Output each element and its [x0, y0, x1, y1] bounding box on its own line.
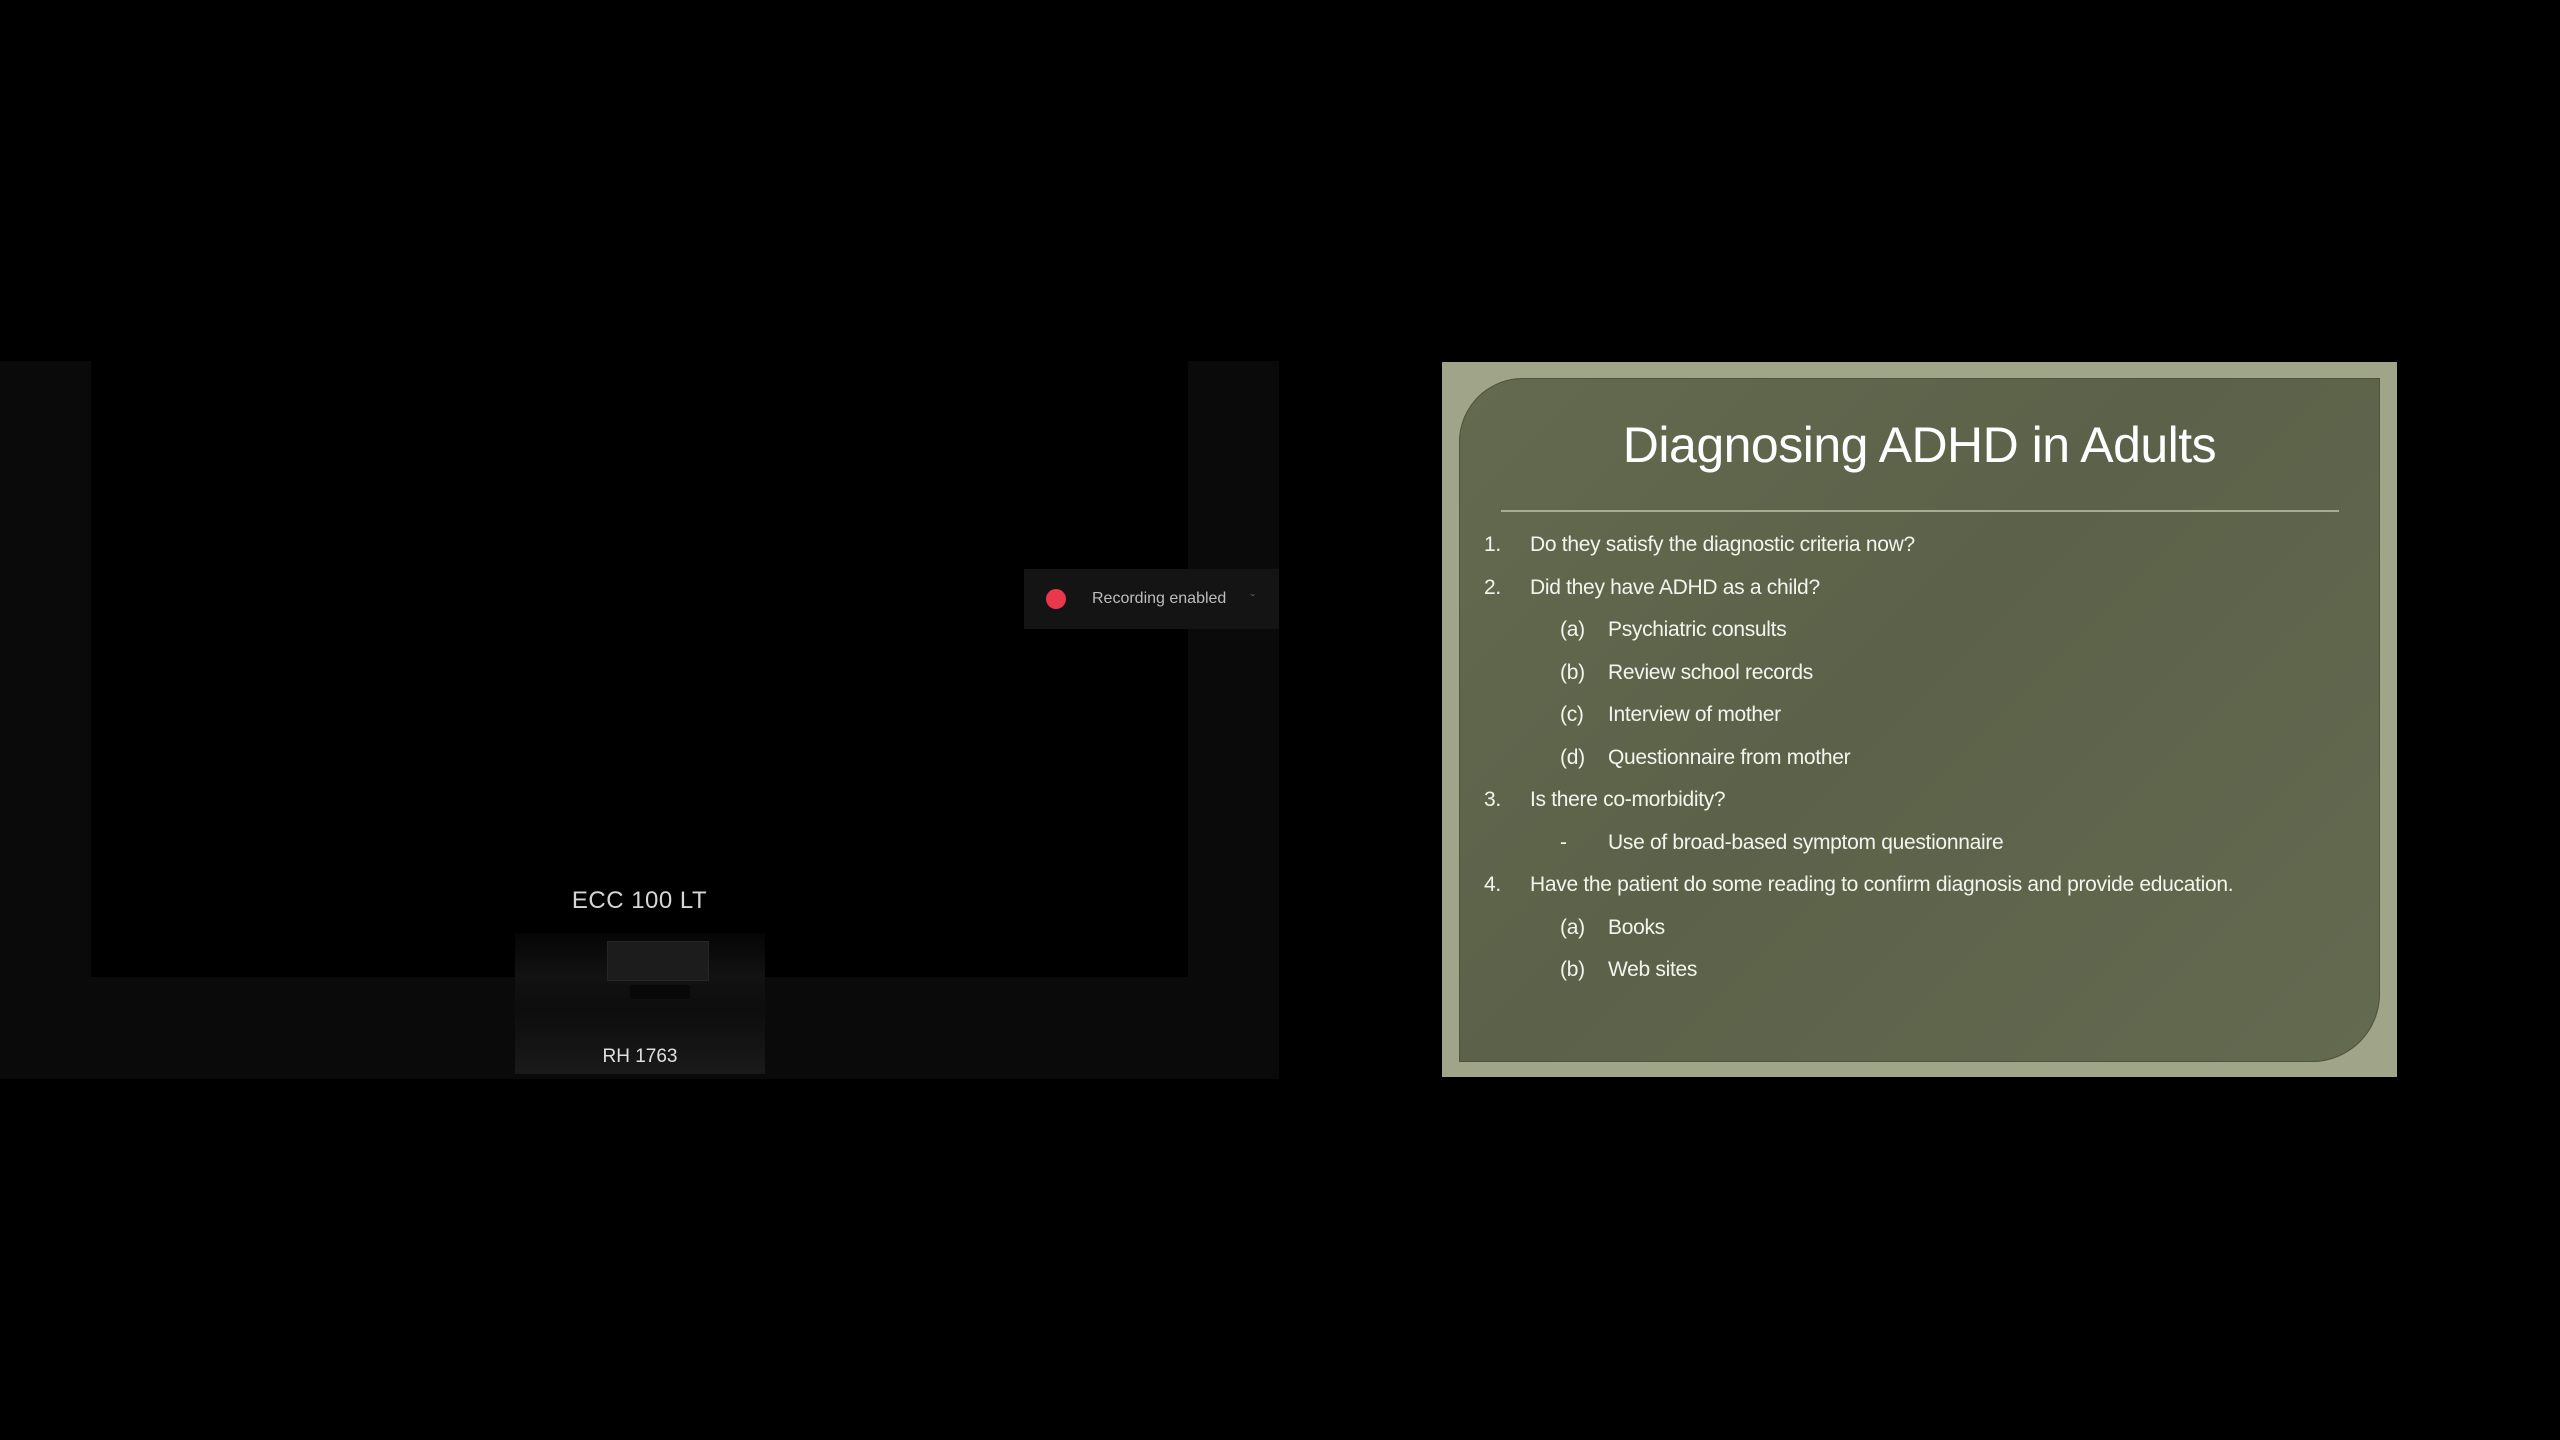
slide-list-marker: 2. — [1484, 575, 1501, 599]
slide-list-text: Books — [1608, 915, 1665, 939]
recording-dot-icon — [1046, 589, 1066, 609]
thumbnail-room-image — [607, 941, 709, 981]
thumbnail-label: RH 1763 — [602, 1046, 678, 1067]
slide-list-text: Have the patient do some reading to conf… — [1530, 873, 2234, 896]
slide-list-marker: (d) — [1560, 745, 1585, 769]
shared-slide: Diagnosing ADHD in Adults 1. Do they sati… — [1442, 362, 2397, 1077]
slide-list-marker: (c) — [1560, 703, 1584, 726]
slide-list-text: Use of broad-based symptom questionnaire — [1608, 830, 2004, 854]
recording-text: Recording enabled — [1092, 590, 1227, 607]
slide-list-marker: 3. — [1484, 788, 1501, 811]
recording-dismiss-icon[interactable]: ˇ — [1250, 591, 1255, 607]
slide-bullet-list: 1. Do they satisfy the diagnostic criteri… — [1459, 378, 2380, 1062]
main-video-feed — [91, 361, 1188, 977]
thumbnail-room-detail — [630, 985, 690, 999]
slide-list-text: Web sites — [1608, 958, 1698, 981]
video-panel: ECC 100 LT RH 1763 Recording enabled ˇ — [0, 361, 1279, 1079]
slide-list-marker: (b) — [1560, 660, 1585, 684]
slide-list-text: Do they satisfy the diagnostic criteria … — [1530, 533, 1915, 556]
slide-list-marker: (b) — [1560, 958, 1585, 981]
slide-list-text: Did they have ADHD as a child? — [1530, 575, 1820, 599]
slide-list-marker: 1. — [1484, 533, 1501, 556]
room-label: ECC 100 LT — [571, 887, 708, 914]
slide-list-text: Psychiatric consults — [1608, 618, 1787, 641]
slide-list-text: Is there co-morbidity? — [1530, 788, 1726, 811]
slide-list-text: Review school records — [1608, 660, 1813, 684]
participant-thumbnail[interactable]: RH 1763 — [515, 933, 765, 1074]
slide-list-text: Questionnaire from mother — [1608, 745, 1851, 769]
slide-list-marker: (a) — [1560, 915, 1585, 939]
slide-list-marker: - — [1560, 830, 1567, 854]
recording-notice: Recording enabled ˇ — [1024, 569, 1279, 629]
slide-card: Diagnosing ADHD in Adults 1. Do they sati… — [1459, 378, 2380, 1062]
slide-list-marker: (a) — [1560, 618, 1585, 641]
slide-list-marker: 4. — [1484, 873, 1501, 896]
slide-list-text: Interview of mother — [1608, 703, 1781, 726]
